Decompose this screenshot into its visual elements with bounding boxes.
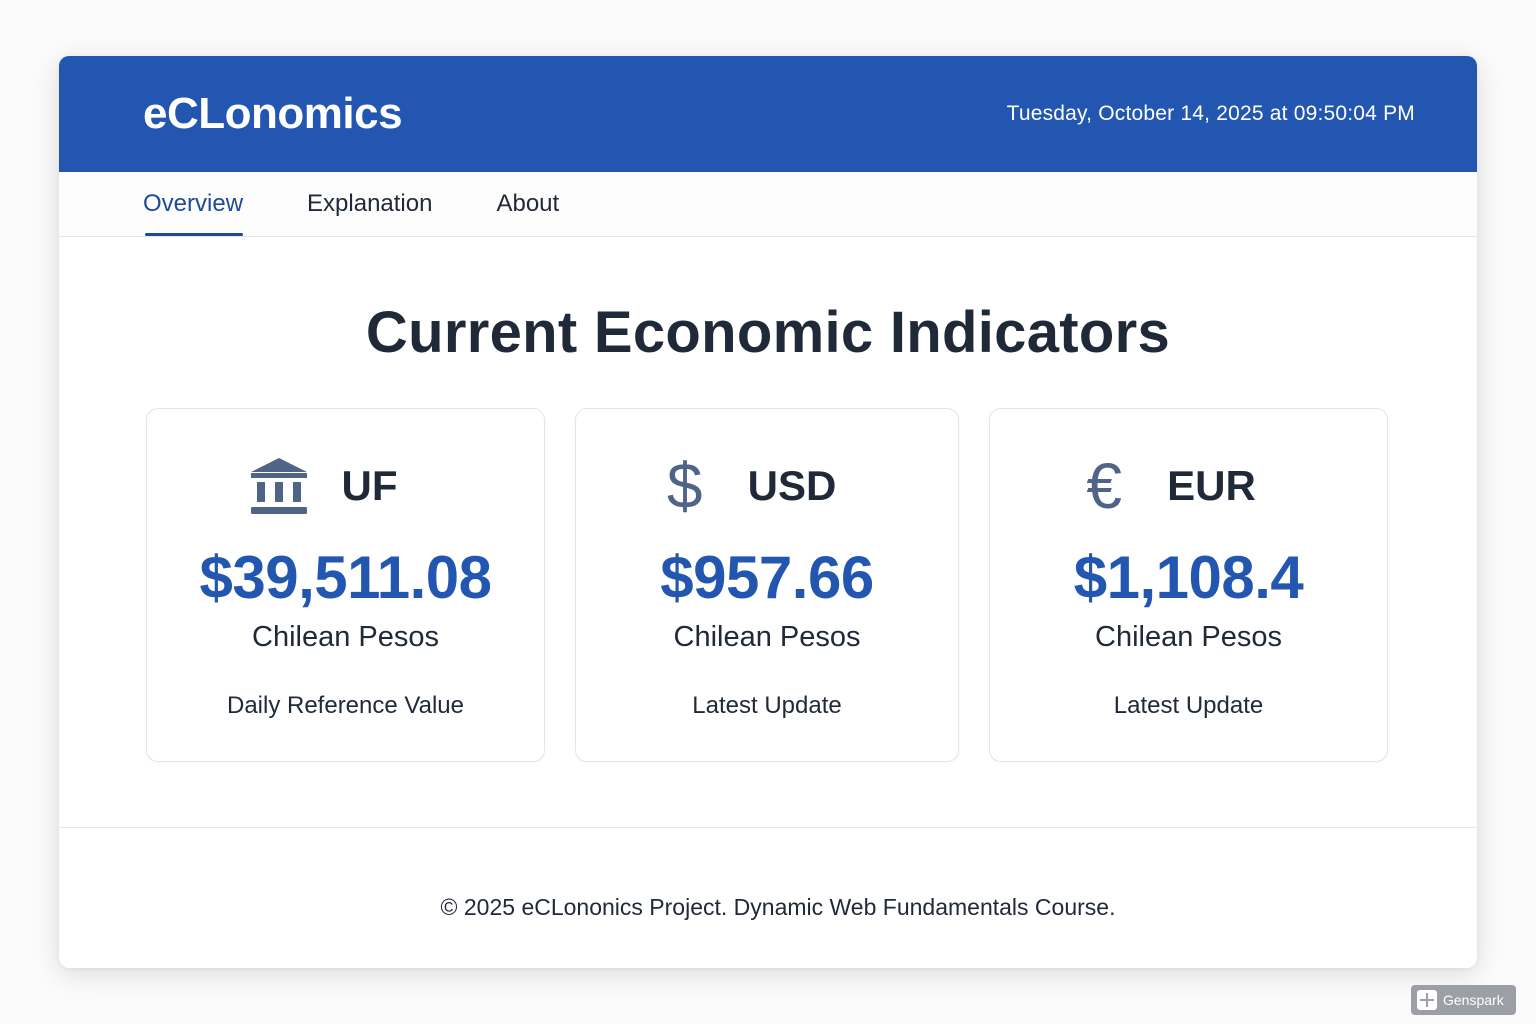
current-datetime: Tuesday, October 14, 2025 at 09:50:04 PM	[1006, 102, 1415, 125]
indicator-card-eur: € EUR $1,108.4 Chilean Pesos Latest Upda…	[989, 408, 1388, 762]
indicator-note: Latest Update	[1113, 692, 1264, 719]
indicator-unit: Chilean Pesos	[252, 621, 439, 653]
brand-logo[interactable]: eCLonomics	[143, 89, 403, 139]
indicator-value: $39,511.08	[199, 544, 492, 611]
indicator-note: Daily Reference Value	[226, 692, 464, 719]
indicator-code: USD	[747, 462, 837, 509]
nav-tabs: Overview Explanation About	[59, 172, 1477, 237]
tab-overview[interactable]: Overview	[143, 172, 244, 236]
watermark-label: Genspark	[1443, 992, 1504, 1008]
indicator-value: $957.66	[660, 544, 874, 611]
indicator-unit: Chilean Pesos	[673, 621, 861, 653]
indicator-card-uf: UF $39,511.08 Chilean Pesos Daily Refere…	[146, 408, 545, 762]
card-header: UF	[101, 455, 544, 517]
card-header: € EUR	[942, 450, 1387, 522]
genspark-watermark-badge: Genspark	[1411, 985, 1516, 1015]
footer-copyright: © 2025 eCLononics Project. Dynamic Web F…	[440, 893, 1116, 920]
main-content: Current Economic Indicators UF $39,511.0…	[59, 237, 1477, 828]
card-header: $ USD	[532, 450, 958, 522]
indicator-code: UF	[341, 462, 398, 509]
indicator-note: Latest Update	[692, 692, 842, 719]
header-bar: eCLonomics Tuesday, October 14, 2025 at …	[59, 56, 1477, 172]
page-title: Current Economic Indicators	[365, 300, 1171, 365]
dollar-icon: $	[666, 450, 703, 522]
bank-icon	[248, 455, 310, 517]
plus-icon	[1417, 990, 1437, 1010]
indicator-code: EUR	[1167, 462, 1256, 509]
footer: © 2025 eCLononics Project. Dynamic Web F…	[59, 828, 1477, 968]
indicator-unit: Chilean Pesos	[1095, 621, 1282, 653]
tab-about[interactable]: About	[496, 172, 559, 236]
indicator-card-usd: $ USD $957.66 Chilean Pesos Latest Updat…	[575, 408, 959, 762]
app-window: eCLonomics Tuesday, October 14, 2025 at …	[59, 56, 1477, 968]
euro-icon: €	[1086, 450, 1122, 522]
tab-explanation[interactable]: Explanation	[307, 172, 432, 236]
indicator-value: $1,108.4	[1073, 544, 1304, 611]
